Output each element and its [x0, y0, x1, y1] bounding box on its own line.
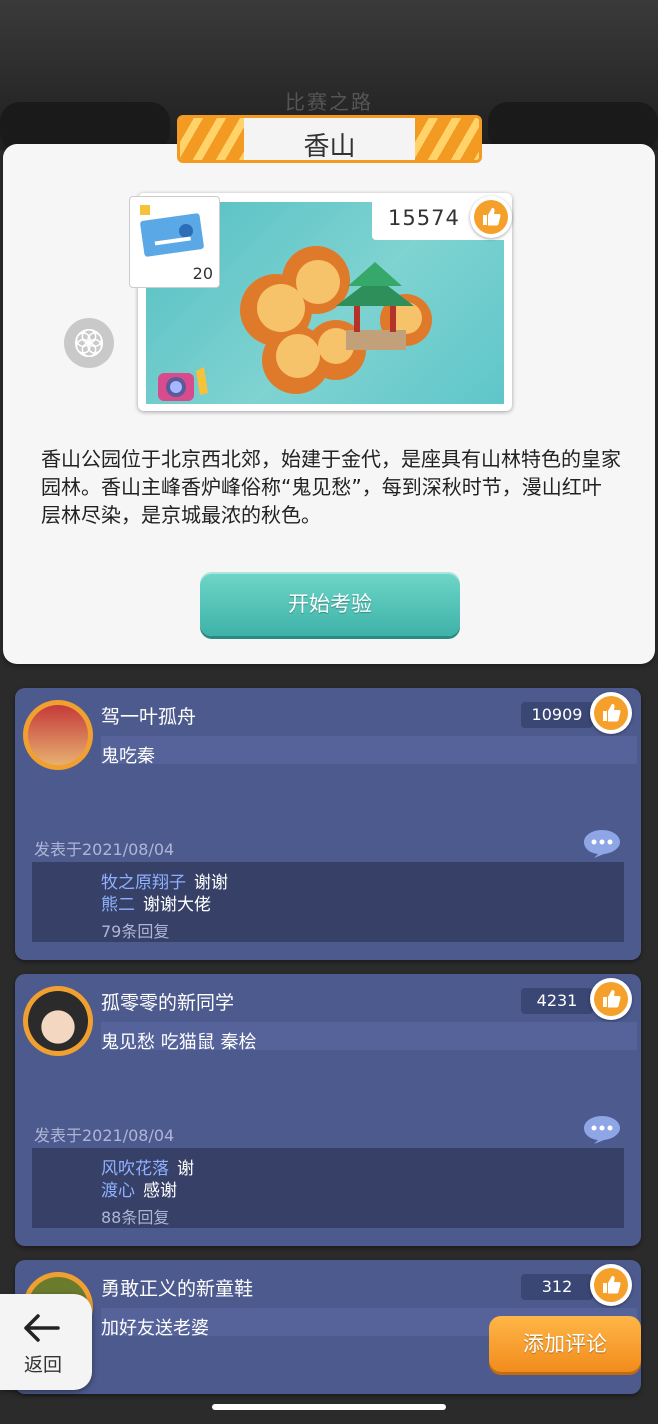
avatar[interactable] [23, 986, 93, 1056]
back-button[interactable]: 返回 [0, 1294, 92, 1390]
thumbs-up-icon [594, 696, 628, 730]
thumbs-up-icon [594, 982, 628, 1016]
comment-card: 孤零零的新同学 4231 鬼见愁 吃猫鼠 秦桧 发表于2021/08/04 风吹… [15, 974, 641, 1246]
home-indicator[interactable] [212, 1404, 446, 1410]
reply-message: 谢 [177, 1159, 194, 1179]
comment-likes-count: 4231 [521, 988, 593, 1014]
comment-card: 驾一叶孤舟 10909 鬼吃秦 发表于2021/08/04 牧之原翔子 谢谢 熊二… [15, 688, 641, 960]
back-arrow-icon [24, 1314, 60, 1342]
back-label: 返回 [23, 1354, 62, 1376]
autumn-tree-pavilion-illustration [240, 246, 432, 394]
comment-username[interactable]: 孤零零的新同学 [101, 988, 234, 1015]
reply-count[interactable]: 88条回复 [101, 1204, 169, 1228]
comment-likes-count: 312 [521, 1274, 593, 1300]
reply-item: 熊二 谢谢大佬 [101, 890, 211, 915]
reply-username[interactable]: 渡心 [101, 1181, 135, 1201]
comment-username[interactable]: 勇敢正义的新童鞋 [101, 1274, 253, 1301]
comment-like-button[interactable] [590, 692, 632, 734]
reply-item: 渡心 感谢 [101, 1176, 177, 1201]
comment-username[interactable]: 驾一叶孤舟 [101, 702, 196, 729]
thumbs-up-icon [594, 1268, 628, 1302]
comment-likes-count: 10909 [521, 702, 593, 728]
thumbs-up-icon [474, 200, 508, 234]
reply-preview[interactable]: 风吹花落谢 渡心 感谢 88条回复 [32, 1148, 624, 1228]
comment-text: 鬼吃秦 [101, 746, 155, 767]
comment-date: 发表于2021/08/04 [34, 840, 175, 859]
location-description: 香山公园位于北京西北郊，始建于金代，是座具有山林特色的皇家园林。香山主峰香炉峰俗… [41, 447, 621, 527]
avatar-image [28, 705, 88, 765]
location-like-button[interactable] [470, 196, 512, 238]
comment-text: 加好友送老婆 [101, 1318, 209, 1339]
reply-count[interactable]: 79条回复 [101, 918, 169, 942]
reply-chat-icon[interactable] [582, 1114, 622, 1144]
reply-username[interactable]: 熊二 [101, 895, 135, 915]
location-likes-count: 15574 [388, 206, 460, 230]
comment-like-button[interactable] [590, 978, 632, 1020]
comment-date: 发表于2021/08/04 [34, 1126, 175, 1145]
rose-emblem-icon[interactable] [64, 318, 114, 368]
add-comment-button[interactable]: 添加评论 [489, 1316, 641, 1372]
start-challenge-button[interactable]: 开始考验 [200, 572, 460, 636]
reply-preview[interactable]: 牧之原翔子 谢谢 熊二 谢谢大佬 79条回复 [32, 862, 624, 942]
avatar-image [28, 991, 88, 1051]
avatar[interactable] [23, 700, 93, 770]
camera-icon[interactable] [156, 365, 212, 405]
reply-chat-icon[interactable] [582, 828, 622, 858]
reply-message: 谢谢大佬 [143, 895, 211, 915]
location-title: 香山 [303, 132, 356, 162]
comment-like-button[interactable] [590, 1264, 632, 1306]
ticket-count: 20 [192, 264, 213, 283]
location-title-banner: 香山 [177, 115, 482, 163]
ticket-badge[interactable]: 20 [129, 196, 220, 288]
comment-text-bar [101, 736, 637, 764]
ticket-icon [140, 205, 204, 257]
comment-text: 鬼见愁 吃猫鼠 秦桧 [101, 1032, 257, 1053]
reply-message: 感谢 [143, 1181, 177, 1201]
